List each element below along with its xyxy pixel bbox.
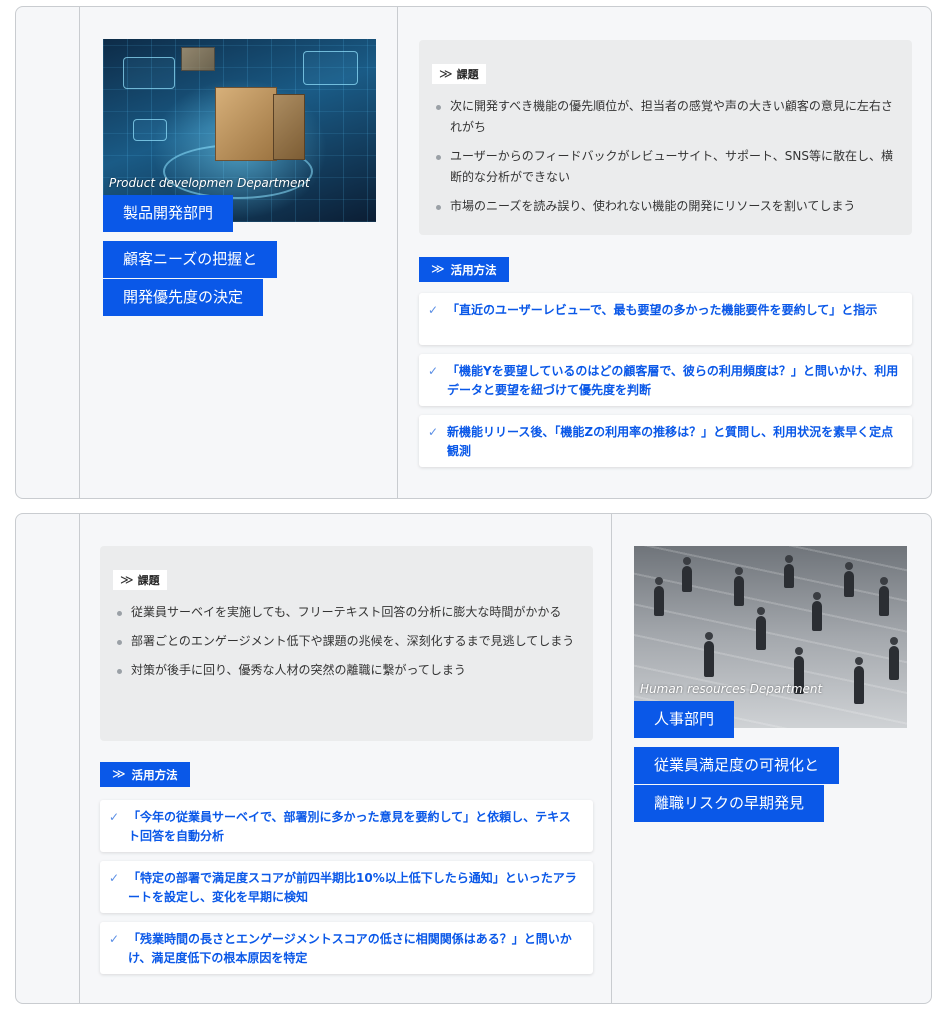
usage-text: 「直近のユーザーレビューで、最も要望の多かった機能要件を要約して」と指示	[447, 303, 878, 317]
issue-item: 部署ごとのエンゲージメント低下や課題の兆候を、深刻化するまで見逃してしまう	[113, 631, 577, 652]
crowd-figure	[756, 607, 766, 650]
usage-label: 活用方法	[450, 262, 497, 277]
check-icon: ✓	[428, 303, 439, 317]
usage-item: ✓ 新機能リリース後、「機能Zの利用率の推移は？」と質問し、利用状況を素早く定点…	[419, 415, 912, 467]
double-chevron-right-icon: ≫	[112, 767, 126, 782]
crowd-figure	[734, 567, 744, 606]
holo-panel	[133, 119, 167, 141]
double-chevron-right-icon: ≫	[431, 262, 445, 277]
issues-heading: ≫ 課題	[432, 64, 486, 84]
title-line-1: 従業員満足度の可視化と	[634, 747, 840, 784]
usage-text: 「残業時間の長さとエンゲージメントスコアの低さに相関関係はある？」と問いかけ、満…	[128, 932, 572, 965]
crowd-figure	[812, 592, 822, 631]
holo-panel	[303, 51, 358, 85]
crowd-figure	[682, 557, 692, 592]
issues-label: 課題	[456, 68, 479, 81]
double-chevron-right-icon: ≫	[120, 572, 134, 588]
crowd-figure	[854, 657, 864, 704]
issues-list: 次に開発すべき機能の優先順位が、担当者の感覚や声の大きい顧客の意見に左右されがち…	[432, 96, 896, 225]
divider-left	[79, 514, 80, 1003]
usage-heading: ≫ 活用方法	[419, 257, 509, 282]
usage-item: ✓ 「特定の部署で満足度スコアが前四半期比10%以上低下したら通知」といったアラ…	[100, 861, 593, 913]
issues-box: ≫ 課題 次に開発すべき機能の優先順位が、担当者の感覚や声の大きい顧客の意見に左…	[419, 40, 912, 235]
title-line-2: 離職リスクの早期発見	[634, 785, 825, 822]
usage-item: ✓ 「残業時間の長さとエンゲージメントスコアの低さに相関関係はある？」と問いかけ…	[100, 922, 593, 974]
issue-item: 従業員サーベイを実施しても、フリーテキスト回答の分析に膨大な時間がかかる	[113, 602, 577, 623]
check-icon: ✓	[109, 871, 120, 885]
divider-middle	[397, 7, 398, 498]
divider-left	[79, 7, 80, 498]
title-line-2: 開発優先度の決定	[103, 279, 264, 316]
image-caption: Product developmen Department	[109, 176, 310, 190]
usage-item: ✓ 「機能Yを要望しているのはどの顧客層で、彼らの利用頻度は？」と問いかけ、利用…	[419, 354, 912, 406]
issue-item: 市場のニーズを読み誤り、使われない機能の開発にリソースを割いてしまう	[432, 196, 896, 217]
usage-item: ✓ 「直近のユーザーレビューで、最も要望の多かった機能要件を要約して」と指示	[419, 293, 912, 345]
department-tag: 製品開発部門	[103, 195, 234, 232]
usage-text: 「今年の従業員サーベイで、部署別に多かった意見を要約して」と依頼し、テキスト回答…	[128, 810, 571, 843]
issues-label: 課題	[137, 574, 160, 587]
check-icon: ✓	[428, 364, 439, 378]
department-tag: 人事部門	[634, 701, 735, 738]
check-icon: ✓	[109, 932, 120, 946]
double-chevron-right-icon: ≫	[439, 66, 453, 82]
cardboard-box	[215, 87, 277, 161]
use-case-card-hr: ≫ 課題 従業員サーベイを実施しても、フリーテキスト回答の分析に膨大な時間がかか…	[15, 513, 932, 1004]
holo-panel	[123, 57, 175, 89]
crowd-figure	[889, 637, 899, 680]
check-icon: ✓	[109, 810, 120, 824]
issue-item: ユーザーからのフィードバックがレビューサイト、サポート、SNS等に散在し、横断的…	[432, 146, 896, 188]
cardboard-box	[181, 47, 215, 71]
usage-text: 「特定の部署で満足度スコアが前四半期比10%以上低下したら通知」といったアラート…	[128, 871, 577, 904]
issue-item: 次に開発すべき機能の優先順位が、担当者の感覚や声の大きい顧客の意見に左右されがち	[432, 96, 896, 138]
image-caption: Human resources Department	[640, 682, 823, 696]
issues-heading: ≫ 課題	[113, 570, 167, 590]
usage-text: 新機能リリース後、「機能Zの利用率の推移は？」と質問し、利用状況を素早く定点観測	[447, 425, 894, 458]
crowd-figure	[704, 632, 714, 677]
crowd-figure	[844, 562, 854, 597]
use-case-card-product: Product developmen Department 製品開発部門 顧客ニ…	[15, 6, 932, 499]
usage-text: 「機能Yを要望しているのはどの顧客層で、彼らの利用頻度は？」と問いかけ、利用デー…	[447, 364, 899, 397]
issues-list: 従業員サーベイを実施しても、フリーテキスト回答の分析に膨大な時間がかかる 部署ご…	[113, 602, 577, 689]
crowd-figure	[784, 555, 794, 588]
check-icon: ✓	[428, 425, 439, 439]
crowd-figure	[654, 577, 664, 616]
divider-middle	[611, 514, 612, 1003]
usage-label: 活用方法	[131, 767, 178, 782]
usage-item: ✓ 「今年の従業員サーベイで、部署別に多かった意見を要約して」と依頼し、テキスト…	[100, 800, 593, 852]
title-line-1: 顧客ニーズの把握と	[103, 241, 278, 278]
issue-item: 対策が後手に回り、優秀な人材の突然の離職に繋がってしまう	[113, 660, 577, 681]
cardboard-box	[273, 94, 305, 160]
issues-box: ≫ 課題 従業員サーベイを実施しても、フリーテキスト回答の分析に膨大な時間がかか…	[100, 546, 593, 741]
crowd-figure	[879, 577, 889, 616]
usage-heading: ≫ 活用方法	[100, 762, 190, 787]
